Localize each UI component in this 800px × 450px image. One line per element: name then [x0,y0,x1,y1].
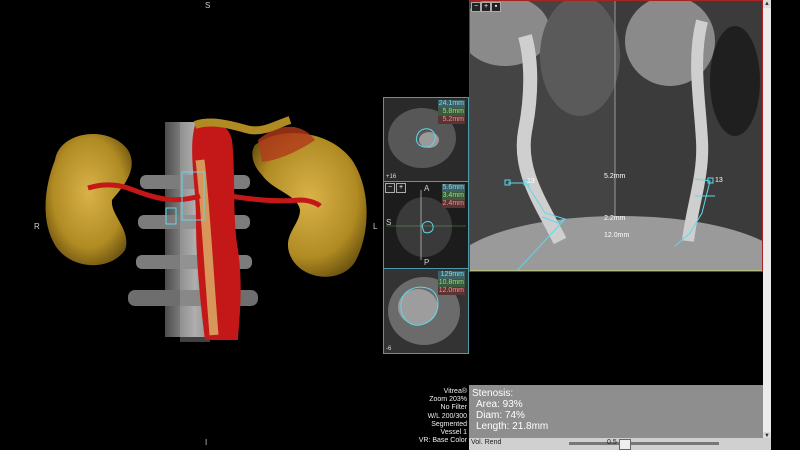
viewer-info-overlay: Vitrea® Zoom 203% No Filter W/L 200/300 … [383,388,467,445]
info-line: No Filter [440,404,467,412]
slider-value: 0.5 [607,439,617,446]
vertical-scrollbar[interactable]: ▲ ▼ [763,0,771,440]
thumb3-measure-2: 10.8mm [437,279,465,287]
slider-track[interactable] [569,442,719,445]
right-kidney-render [45,133,132,266]
thumb2-orient-bottom: P [424,258,430,267]
cross-section-view-2[interactable]: − + A S P 5.6mm 3.4mm 2.4mm [383,181,469,269]
info-line: Zoom 203% [429,396,467,404]
thumb2-orient-top: A [424,184,430,193]
orient-label-top: S [205,1,211,10]
info-line: Segmented [431,420,467,428]
bottom-slider-bar[interactable]: Vol. Rend 0.5 [469,438,771,450]
thumb2-measure-1: 5.6mm [441,184,465,192]
slider-label: Vol. Rend [471,439,502,446]
thumb3-slice-index: -6 [386,346,392,352]
info-line: VR: Base Color [418,437,467,445]
cpr-options-button[interactable]: ▪ [491,2,501,12]
stenosis-area: Area: 93% [476,399,523,410]
thumb2-measurements: 5.6mm 3.4mm 2.4mm [441,184,465,208]
stenosis-title: Stenosis: [472,388,514,399]
scroll-up-arrow-icon[interactable]: ▲ [763,0,771,8]
info-line: W/L 200/300 [427,412,467,420]
stenosis-diameter: Diam: 74% [476,410,525,421]
thumb2-zoom-in-button[interactable]: + [396,183,406,193]
thumb1-slice-index: +16 [386,174,397,180]
volume-render-view[interactable]: S R L I [0,0,383,450]
cpr-measure-12-0: 12.0mm [604,232,630,239]
vr-render-image [45,116,367,342]
thumb2-measure-2: 3.4mm [441,192,465,200]
cpr-zoom-in-button[interactable]: + [481,2,491,12]
thumb3-measure-3: 12.0mm [437,287,465,295]
orient-label-bottom: I [205,438,208,447]
stenosis-length: Length: 21.8mm [476,421,549,432]
thumb2-zoom-out-button[interactable]: − [385,183,395,193]
orient-label-right: L [373,222,378,231]
thumb2-measure-3: 2.4mm [441,200,465,208]
cpr-label-13-right: 13 [715,177,723,184]
info-line: Vessel 1 [440,429,467,437]
cpr-label-13-left: 13 [527,178,535,185]
thumb1-measure-3: 5.2mm [437,116,465,124]
thumb2-orient-left: S [386,218,392,227]
slider-thumb[interactable] [619,439,631,450]
thumb1-measure-2: 5.8mm [437,108,465,116]
orient-label-left: R [34,222,40,231]
thumb3-measure-1: 129mm [437,271,465,279]
thumb1-measurements: 24.1mm 5.8mm 5.2mm [437,100,465,124]
cross-section-view-3[interactable]: 129mm 10.8mm 12.0mm -6 [383,268,469,354]
thumb1-measure-1: 24.1mm [437,100,465,108]
cpr-zoom-out-button[interactable]: − [471,2,481,12]
cpr-measure-2-2: 2.2mm [604,215,626,222]
curved-reformat-view[interactable]: − + ▪ 13 13 5.2mm 2.2mm 12.0mm [469,0,763,272]
cpr-measure-5-2: 5.2mm [604,173,626,180]
cross-section-view-1[interactable]: 24.1mm 5.8mm 5.2mm +16 [383,97,469,182]
stenosis-results-panel: Stenosis: Area: 93% Diam: 74% Length: 21… [469,385,763,438]
thumb3-measurements: 129mm 10.8mm 12.0mm [437,271,465,295]
info-line: Vitrea® [443,388,467,395]
